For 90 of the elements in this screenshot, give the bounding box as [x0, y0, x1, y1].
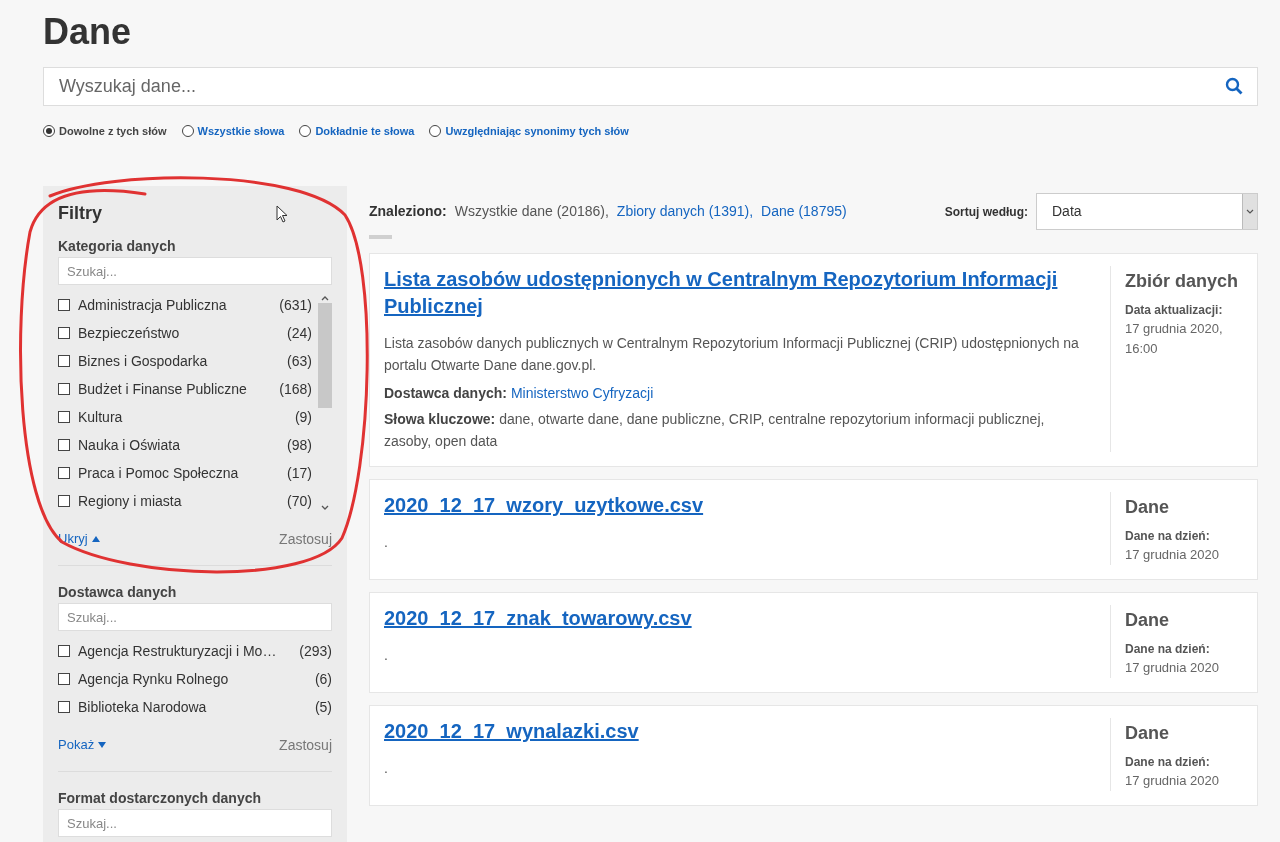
sort-label: Sortuj według:: [944, 203, 1028, 221]
filter-search-field[interactable]: Szukaj...: [58, 257, 332, 285]
filter-option-count: (293): [299, 641, 332, 661]
filters-title: Filtry: [58, 202, 102, 224]
filter-option-count: (9): [294, 407, 312, 427]
radio-button[interactable]: [181, 125, 194, 137]
result-title-link[interactable]: Lista zasobów udostępnionych w Centralnym Repozytorium Informacji Publicznej: [384, 266, 1090, 320]
result-title-link[interactable]: 2020_12_17_wzory_uzytkowe.csv: [384, 492, 1090, 519]
filter-search-field[interactable]: Szukaj...: [58, 809, 332, 837]
radio-button[interactable]: [43, 125, 55, 137]
date-text: 17 grudnia 2020: [1125, 659, 1220, 677]
scroll-down-icon[interactable]: [321, 505, 329, 511]
checkbox[interactable]: [58, 645, 70, 657]
provider-link[interactable]: Ministerstwo Cyfryzacji: [510, 382, 654, 404]
checkbox[interactable]: [58, 467, 70, 479]
filter-option-label[interactable]: Regiony i miasta: [78, 490, 288, 512]
caret-up-icon: [91, 536, 100, 542]
filter-option-label[interactable]: Biblioteka Narodowa: [78, 696, 315, 718]
apply-button[interactable]: Zastosuj: [279, 528, 332, 550]
filter-option-count: (6): [314, 669, 332, 689]
checkbox[interactable]: [58, 673, 70, 685]
caret-down-icon: [98, 742, 107, 748]
filter-option-count: (631): [279, 295, 312, 315]
search-icon[interactable]: [1225, 77, 1243, 95]
result-description: .: [384, 646, 389, 665]
checkbox[interactable]: [58, 411, 70, 423]
filter-option-count: (17): [287, 463, 312, 483]
filter-option-label[interactable]: Nauka i Oświata: [78, 434, 288, 456]
found-link[interactable]: Zbiory danych (1391),: [616, 201, 754, 222]
result-title-link[interactable]: 2020_12_17_wynalazki.csv: [384, 718, 1090, 745]
checkbox[interactable]: [58, 383, 70, 395]
filter-option-count: (5): [314, 697, 332, 717]
search-field[interactable]: Wyszukaj dane...: [43, 67, 1258, 106]
checkbox[interactable]: [58, 355, 70, 367]
filter-option-label[interactable]: Kultura: [78, 406, 295, 428]
search-mode-label[interactable]: Dokładnie te słowa: [315, 122, 415, 140]
date-label: Dane na dzień:: [1125, 754, 1211, 771]
date-label: Data aktualizacji:: [1125, 302, 1224, 319]
result-type: Dane: [1125, 722, 1170, 745]
radio-button[interactable]: [429, 125, 442, 137]
toggle-link[interactable]: Pokaż: [58, 735, 107, 755]
result-type: Dane: [1125, 609, 1170, 632]
result-type: Zbiór danych: [1125, 270, 1239, 293]
search-mode-label[interactable]: Uwzględniając synonimy tych słów: [445, 122, 629, 140]
filter-option-label[interactable]: Agencja Rynku Rolnego: [78, 668, 315, 690]
checkbox[interactable]: [58, 327, 70, 339]
checkbox[interactable]: [58, 701, 70, 713]
provider-label: Dostawca danych:: [384, 384, 507, 403]
found-link[interactable]: Dane (18795): [761, 201, 847, 222]
date-text: 17 grudnia 2020: [1125, 546, 1220, 564]
result-title-link[interactable]: 2020_12_17_znak_towarowy.csv: [384, 605, 1090, 632]
result-type: Dane: [1125, 496, 1170, 519]
filter-option-label[interactable]: Biznes i Gospodarka: [78, 350, 288, 372]
filter-section-title: Dostawca danych: [58, 583, 178, 602]
filter-option-label[interactable]: Bezpieczeństwo: [78, 322, 288, 344]
filter-option-label[interactable]: Praca i Pomoc Społeczna: [78, 462, 288, 484]
filter-section-title: Format dostarczonych danych: [58, 789, 263, 808]
apply-button[interactable]: Zastosuj: [279, 734, 332, 756]
filter-option-count: (70): [287, 491, 312, 511]
checkbox[interactable]: [58, 495, 70, 507]
result-description: .: [384, 759, 389, 778]
checkbox[interactable]: [58, 439, 70, 451]
filter-option-label[interactable]: Budżet i Finanse Publiczne: [78, 378, 280, 400]
filter-section-title: Kategoria danych: [58, 237, 177, 256]
filter-option-label[interactable]: Administracja Publiczna: [78, 294, 280, 316]
filter-option-count: (168): [279, 379, 312, 399]
sort-select[interactable]: Data: [1036, 193, 1258, 230]
keywords-text: Słowa kluczowe: dane, otwarte dane, dane publiczne, CRIP, centralne repozytorium informacji publicznej, zasoby, open data: [384, 410, 1046, 451]
search-mode-label[interactable]: Dowolne z tych słów: [59, 122, 167, 140]
checkbox[interactable]: [58, 299, 70, 311]
found-count: Wszystkie dane (20186),: [454, 202, 609, 221]
date-label: Dane na dzień:: [1125, 641, 1211, 658]
radio-button[interactable]: [299, 125, 312, 137]
filter-option-count: (63): [287, 351, 312, 371]
filter-option-count: (24): [287, 323, 312, 343]
result-description: Lista zasobów danych publicznych w Centralnym Repozytorium Informacji Publicznej (CRIP) udostępnionych na portalu Otwarte Dane dane.gov.pl.: [384, 334, 1080, 375]
scrollbar-thumb[interactable]: [318, 303, 332, 408]
date-text: 17 grudnia 2020, 16:00: [1125, 320, 1224, 358]
found-label: Znaleziono:: [369, 202, 447, 221]
filter-option-count: (98): [287, 435, 312, 455]
chevron-down-icon: [1246, 209, 1254, 214]
filter-search-field[interactable]: Szukaj...: [58, 603, 332, 631]
filter-option-label[interactable]: Agencja Restrukturyzacji i Mo…: [78, 640, 300, 662]
page-title: Dane: [43, 10, 133, 52]
date-label: Dane na dzień:: [1125, 528, 1211, 545]
scroll-up-icon[interactable]: [321, 295, 329, 301]
cursor-icon: [276, 205, 288, 223]
search-mode-label[interactable]: Wszystkie słowa: [197, 122, 285, 140]
date-text: 17 grudnia 2020: [1125, 772, 1220, 790]
result-description: .: [384, 533, 389, 552]
